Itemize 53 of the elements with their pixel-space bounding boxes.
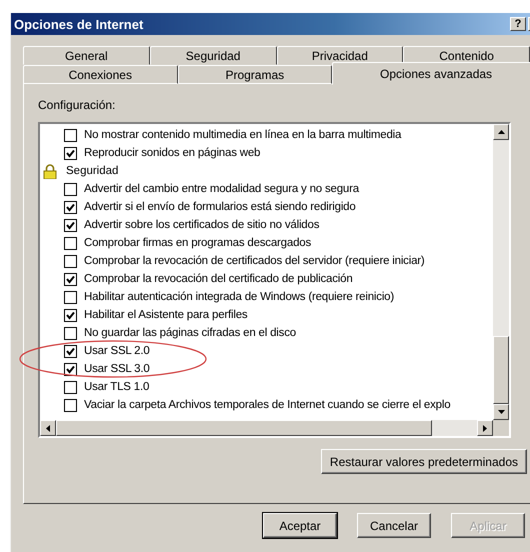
left-arrow-icon bbox=[46, 424, 50, 432]
setting-label: Comprobar la revocación del certificado de publicación bbox=[84, 273, 353, 285]
settings-label: Configuración: bbox=[38, 98, 116, 112]
checkbox[interactable] bbox=[64, 362, 77, 376]
up-arrow-icon bbox=[498, 130, 504, 134]
checkbox[interactable] bbox=[64, 326, 77, 340]
checkbox[interactable] bbox=[64, 128, 77, 142]
tab[interactable]: Programas bbox=[178, 65, 332, 84]
scroll-thumb[interactable] bbox=[493, 336, 509, 404]
setting-label: Habilitar el Asistente para perfiles bbox=[84, 309, 248, 321]
padlock-icon bbox=[43, 164, 57, 178]
setting-label: Reproducir sonidos en páginas web bbox=[84, 147, 260, 159]
setting-label: Usar TLS 1.0 bbox=[84, 381, 150, 393]
setting-label: Advertir si el envío de formularios está siendo redirigido bbox=[84, 201, 356, 213]
setting-label: No mostrar contenido multimedia en línea en la barra multimedia bbox=[84, 129, 402, 141]
checkbox[interactable] bbox=[64, 380, 77, 394]
scroll-thumb[interactable] bbox=[56, 420, 432, 436]
checkbox[interactable] bbox=[64, 218, 77, 232]
down-arrow-icon bbox=[498, 410, 504, 414]
checkbox[interactable] bbox=[64, 290, 77, 304]
tab[interactable]: General bbox=[23, 46, 150, 65]
checkbox[interactable] bbox=[64, 200, 77, 214]
tab[interactable]: Opciones avanzadas bbox=[332, 62, 530, 85]
setting-label: Habilitar autenticación integrada de Windows (requiere reinicio) bbox=[84, 291, 394, 303]
checkbox[interactable] bbox=[64, 182, 77, 196]
scrollbar-corner bbox=[493, 420, 509, 436]
setting-label: Usar SSL 3.0 bbox=[84, 363, 150, 375]
group-heading: Seguridad bbox=[66, 165, 118, 177]
setting-label: No guardar las páginas cifradas en el disco bbox=[84, 327, 296, 339]
tab[interactable]: Conexiones bbox=[23, 65, 178, 84]
right-arrow-icon bbox=[483, 424, 487, 432]
setting-label: Comprobar la revocación de certificados del servidor (requiere iniciar) bbox=[84, 255, 425, 267]
checkbox[interactable] bbox=[64, 236, 77, 250]
vertical-scrollbar[interactable] bbox=[493, 124, 509, 420]
window-title: Opciones de Internet bbox=[14, 16, 144, 32]
checkbox[interactable] bbox=[64, 308, 77, 322]
setting-label: Advertir sobre los certificados de sitio no válidos bbox=[84, 219, 320, 231]
dialog-button[interactable]: Cancelar bbox=[357, 513, 431, 538]
checkbox[interactable] bbox=[64, 272, 77, 286]
tab[interactable]: Privacidad bbox=[276, 46, 404, 65]
dialog-button[interactable]: Aceptar bbox=[263, 513, 337, 538]
setting-label: Advertir del cambio entre modalidad segura y no segura bbox=[84, 183, 359, 195]
checkbox[interactable] bbox=[64, 344, 77, 358]
horizontal-scrollbar[interactable] bbox=[40, 420, 509, 436]
help-button[interactable]: ? bbox=[510, 17, 526, 31]
setting-label: Usar SSL 2.0 bbox=[84, 345, 150, 357]
checkbox[interactable] bbox=[64, 254, 77, 268]
checkbox[interactable] bbox=[64, 398, 77, 412]
setting-label: Vaciar la carpeta Archivos temporales de Internet cuando se cierre el explo bbox=[84, 399, 450, 411]
restore-defaults-button[interactable]: Restaurar valores predeterminados bbox=[320, 449, 527, 474]
checkbox[interactable] bbox=[64, 146, 77, 160]
tab[interactable]: Seguridad bbox=[150, 46, 276, 65]
setting-label: Comprobar firmas en programas descargados bbox=[84, 237, 312, 249]
